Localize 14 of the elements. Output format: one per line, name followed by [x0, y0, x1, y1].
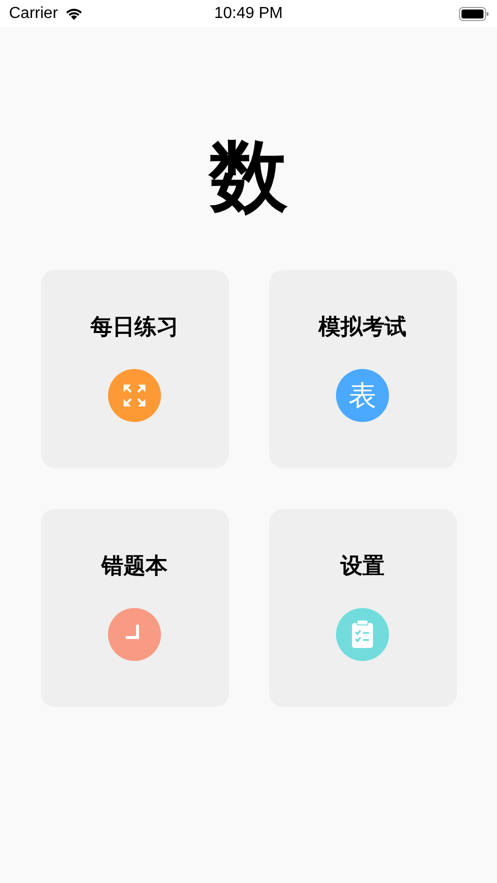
card-title: 模拟考试 — [318, 313, 406, 341]
wifi-icon — [64, 6, 84, 20]
menu-card[interactable]: 设置 — [268, 509, 456, 707]
table-glyph-icon: 表 — [336, 369, 389, 422]
app-title: 数 — [210, 131, 288, 224]
menu-card[interactable]: 每日练习 — [40, 270, 228, 468]
card-title: 每日练习 — [90, 313, 178, 341]
menu-card[interactable]: 模拟考试 表 — [268, 270, 456, 468]
card-title: 错题本 — [102, 552, 168, 580]
status-time: 10:49 PM — [214, 4, 283, 22]
carrier-name: Carrier — [9, 4, 58, 22]
menu-card[interactable]: 错题本 — [40, 509, 228, 707]
battery-icon — [459, 6, 489, 20]
card-title: 设置 — [340, 552, 384, 580]
